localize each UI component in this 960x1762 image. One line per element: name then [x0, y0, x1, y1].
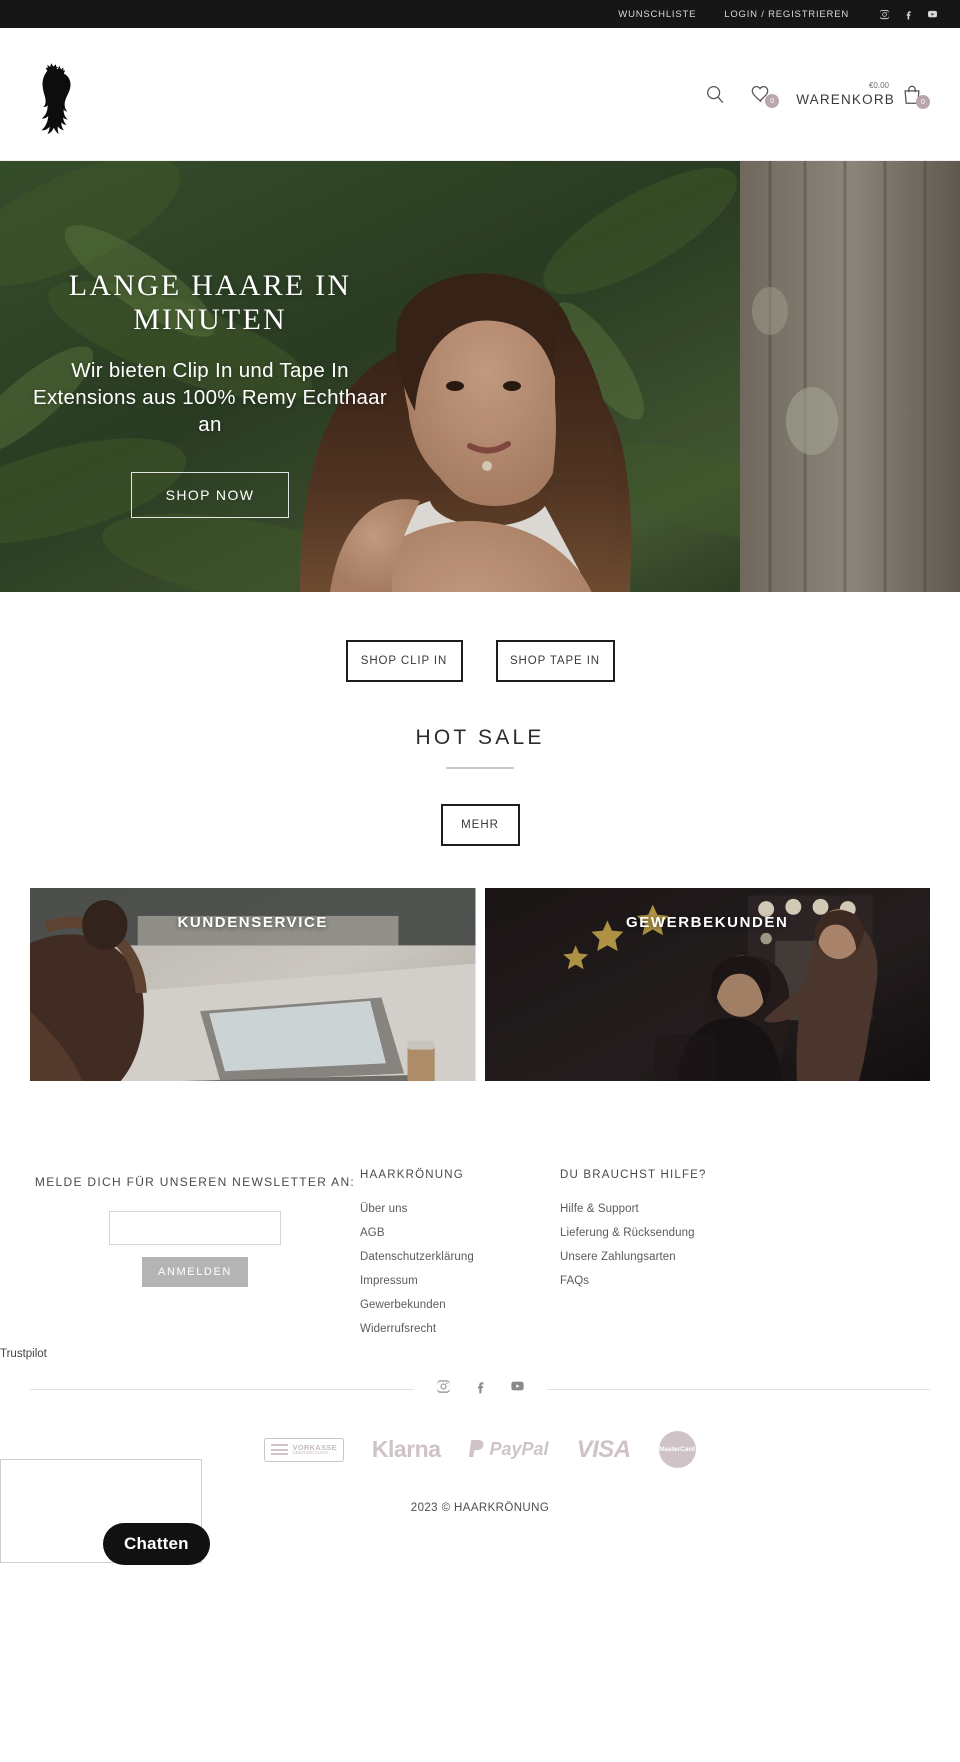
search-button[interactable]: [704, 83, 726, 105]
footer-link-lieferung[interactable]: Lieferung & Rücksendung: [560, 1227, 760, 1239]
payment-mastercard: MasterCard: [658, 1431, 696, 1468]
footer-link-datenschutz[interactable]: Datenschutzerklärung: [360, 1251, 560, 1263]
newsletter-title: MELDE DICH FÜR UNSEREN NEWSLETTER AN:: [34, 1175, 356, 1189]
wishlist-button[interactable]: 0: [750, 83, 780, 108]
hot-sale-section: HOT SALE: [0, 682, 960, 769]
instagram-icon[interactable]: [436, 1379, 451, 1399]
header-actions: 0 €0.00 WARENKORB 0: [704, 80, 935, 110]
mehr-button[interactable]: MEHR: [440, 804, 520, 846]
footer-link-faqs[interactable]: FAQs: [560, 1275, 760, 1287]
paypal-label: PayPal: [489, 1439, 549, 1459]
banner-label: KUNDENSERVICE: [177, 914, 329, 931]
payment-vorkasse: VORKASSE ÜBERWEISUNG: [264, 1437, 344, 1462]
divider-right: [546, 1388, 930, 1390]
newsletter-submit-button[interactable]: ANMELDEN: [142, 1256, 248, 1287]
vorkasse-sublabel: ÜBERWEISUNG: [292, 1450, 329, 1455]
top-bar: WUNSCHLISTE LOGIN / REGISTRIEREN: [0, 0, 960, 28]
cart-amount: €0.00: [868, 80, 889, 90]
footer-column-hilfe: DU BRAUCHST HILFE? Hilfe & Support Liefe…: [560, 1161, 760, 1299]
footer-column-title: HAARKRÖNUNG: [360, 1169, 464, 1181]
footer-link-zahlungsarten[interactable]: Unsere Zahlungsarten: [560, 1251, 760, 1263]
facebook-icon[interactable]: [473, 1379, 488, 1399]
cart-count-badge: 0: [916, 95, 930, 110]
promo-banners: KUNDENSERVICE GEWERBEKUNDEN: [0, 846, 960, 1081]
hero-subtitle: Wir bieten Clip In und Tape In Extension…: [32, 359, 388, 437]
banner-gewerbekunden[interactable]: GEWERBEKUNDEN: [484, 888, 930, 1081]
newsletter-email-input[interactable]: [109, 1210, 281, 1245]
hero-banner: LANGE HAARE IN MINUTEN Wir bieten Clip I…: [0, 161, 960, 592]
footer-link-gewerbekunden[interactable]: Gewerbekunden: [360, 1299, 560, 1311]
hero-content: LANGE HAARE IN MINUTEN Wir bieten Clip I…: [0, 269, 420, 519]
trustpilot-widget[interactable]: Trustpilot: [0, 1348, 47, 1360]
paypal-icon: [468, 1439, 483, 1457]
youtube-icon[interactable]: [510, 1379, 525, 1399]
cart-button[interactable]: €0.00 WARENKORB 0: [796, 80, 930, 110]
footer-column-title: DU BRAUCHST HILFE?: [560, 1169, 707, 1181]
banner-label: GEWERBEKUNDEN: [626, 914, 789, 931]
footer-link-ueber-uns[interactable]: Über uns: [360, 1203, 560, 1215]
cart-icon-wrapper[interactable]: 0: [901, 84, 930, 110]
shop-category-buttons: SHOP CLIP IN SHOP TAPE IN: [0, 592, 960, 682]
shop-tape-in-button[interactable]: SHOP TAPE IN: [495, 640, 615, 682]
youtube-icon[interactable]: [927, 9, 938, 20]
cart-label: WARENKORB: [796, 91, 895, 107]
shop-clip-in-button[interactable]: SHOP CLIP IN: [345, 640, 463, 682]
footer-column-haarkroenung: HAARKRÖNUNG Über uns AGB Datenschutzerkl…: [360, 1161, 560, 1347]
login-register-link[interactable]: LOGIN / REGISTRIEREN: [724, 9, 849, 20]
wishlist-count-badge: 0: [765, 94, 780, 108]
search-icon: [707, 86, 724, 104]
hero-title: LANGE HAARE IN MINUTEN: [68, 269, 352, 336]
wishlist-link[interactable]: WUNSCHLISTE: [618, 9, 696, 20]
cart-text: €0.00 WARENKORB: [796, 80, 895, 107]
footer-link-impressum[interactable]: Impressum: [360, 1275, 560, 1287]
footer-link-hilfe-support[interactable]: Hilfe & Support: [560, 1203, 760, 1215]
banner-kundenservice[interactable]: KUNDENSERVICE: [30, 888, 476, 1081]
divider-left: [30, 1388, 414, 1390]
brand-logo-icon: [41, 63, 71, 135]
footer-social-row: [0, 1379, 960, 1399]
payment-klarna: Klarna: [371, 1436, 441, 1462]
footer-link-widerrufsrecht[interactable]: Widerrufsrecht: [360, 1323, 560, 1335]
footer-link-agb[interactable]: AGB: [360, 1227, 560, 1239]
payment-paypal: PayPal: [468, 1439, 549, 1460]
site-header: 0 €0.00 WARENKORB 0: [0, 28, 960, 161]
topbar-social-links: [879, 9, 938, 20]
logo-link[interactable]: [25, 52, 87, 136]
shop-now-button[interactable]: SHOP NOW: [130, 472, 290, 519]
chat-button[interactable]: Chatten: [103, 1523, 210, 1565]
site-footer: MELDE DICH FÜR UNSEREN NEWSLETTER AN: AN…: [0, 1081, 960, 1347]
footer-social-links: [414, 1379, 547, 1399]
facebook-icon[interactable]: [903, 9, 914, 20]
hot-sale-title: HOT SALE: [415, 726, 545, 749]
vorkasse-icon: [271, 1444, 289, 1455]
newsletter-section: MELDE DICH FÜR UNSEREN NEWSLETTER AN: AN…: [30, 1161, 360, 1287]
payment-visa: VISA: [576, 1435, 632, 1463]
hot-sale-more-wrapper: MEHR: [0, 769, 960, 846]
instagram-icon[interactable]: [879, 9, 890, 20]
